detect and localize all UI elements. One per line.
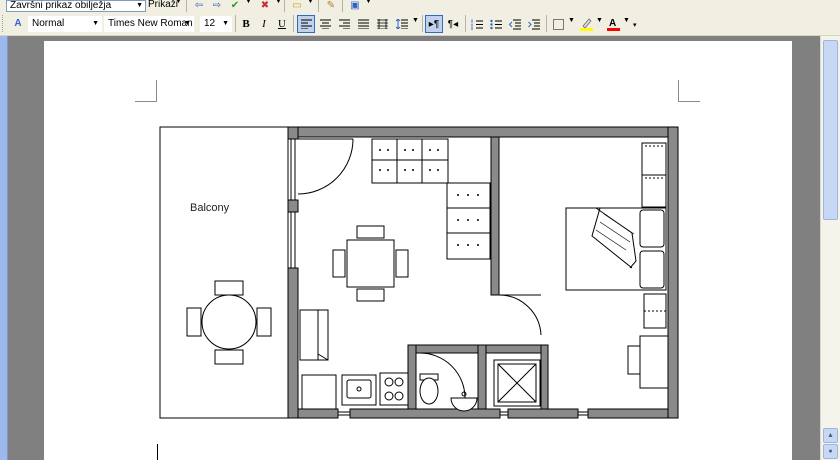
align-left-button[interactable] (297, 15, 315, 33)
chevron-down-icon: ▼ (275, 0, 282, 5)
line-spacing-icon (396, 19, 408, 29)
toolbar-separator (422, 15, 423, 32)
chevron-down-icon: ▼ (245, 0, 252, 5)
styles-pane-icon[interactable]: A (9, 14, 27, 32)
align-center-button[interactable] (316, 15, 334, 33)
review-display-combo[interactable]: Završni prikaz obilježja ▼ (6, 0, 146, 12)
numbering-button[interactable] (468, 15, 486, 33)
formatting-toolbar: A Normal ▼ Times New Roman ▼ 12 ▼ B I U … (0, 12, 840, 36)
style-combo[interactable]: Normal ▼ (28, 16, 102, 32)
previous-page-button[interactable]: ▲ (823, 428, 838, 443)
chevron-down-icon: ▼ (596, 17, 603, 24)
chevron-down-icon: ▼ (307, 0, 314, 5)
toolbar-separator (546, 15, 547, 32)
margin-crop-mark (678, 80, 679, 101)
borders-button[interactable] (549, 15, 567, 33)
numbered-list-icon (471, 19, 483, 30)
balcony-label: Balcony (190, 202, 230, 214)
line-spacing-button[interactable] (393, 15, 411, 33)
toolbar-separator (293, 15, 294, 32)
style-value: Normal (32, 18, 65, 29)
justify-icon (357, 19, 369, 29)
toolbar-separator (186, 0, 187, 12)
align-right-icon (338, 19, 350, 29)
font-combo[interactable]: Times New Roman ▼ (104, 16, 194, 32)
bullet-list-icon (490, 19, 502, 29)
toolbar-separator (235, 15, 236, 32)
vertical-scrollbar[interactable]: ▲ ● (820, 36, 840, 460)
italic-button[interactable]: I (255, 15, 273, 33)
toolbar-grip[interactable] (2, 15, 6, 32)
svg-text:A: A (609, 18, 616, 29)
floor-plan-image[interactable] (159, 126, 679, 420)
underline-button[interactable]: U (273, 15, 291, 33)
chevron-down-icon: ▼ (184, 20, 191, 27)
chevron-down-icon: ▼ (92, 20, 99, 27)
highlighter-icon (579, 18, 593, 31)
show-menu-button[interactable]: Prikaži (148, 0, 178, 10)
chevron-down-icon: ▼ (412, 17, 419, 24)
font-value: Times New Roman (108, 18, 193, 29)
chevron-down-icon: ▼ (623, 17, 630, 24)
font-size-value: 12 (204, 18, 216, 29)
toolbar-options-icon[interactable]: ▾ (633, 21, 637, 29)
chevron-down-icon: ▼ (568, 17, 575, 24)
align-left-icon (300, 19, 312, 29)
rtl-text-button[interactable]: ¶◂ (444, 15, 462, 33)
chevron-down-icon: ▼ (222, 20, 229, 27)
toolbar-separator (318, 0, 319, 12)
bullets-button[interactable] (487, 15, 505, 33)
chevron-down-icon: ▼ (365, 0, 372, 5)
increase-indent-icon (528, 19, 540, 29)
margin-crop-mark (678, 101, 700, 102)
margin-crop-mark (135, 101, 157, 102)
text-cursor (157, 444, 158, 460)
chevron-down-icon: ▼ (136, 2, 143, 9)
distributed-icon (376, 19, 388, 29)
bold-button[interactable]: B (237, 15, 255, 33)
margin-crop-mark (156, 80, 157, 101)
border-icon (552, 18, 564, 30)
review-display-value: Završni prikaz obilježja (10, 0, 112, 11)
ltr-text-button[interactable]: ▸¶ (425, 15, 443, 33)
font-size-combo[interactable]: 12 ▼ (200, 16, 232, 32)
font-color-icon: A (606, 18, 620, 31)
balcony-area (159, 126, 289, 419)
decrease-indent-button[interactable] (506, 15, 524, 33)
toolbar-separator (342, 0, 343, 12)
select-browse-object-button[interactable]: ● (823, 444, 838, 459)
decrease-indent-icon (509, 19, 521, 29)
highlight-button[interactable] (577, 15, 595, 33)
align-center-icon (319, 19, 331, 29)
align-right-button[interactable] (335, 15, 353, 33)
font-color-button[interactable]: A (604, 15, 622, 33)
distributed-button[interactable] (373, 15, 391, 33)
scrollbar-thumb[interactable] (823, 40, 838, 220)
justify-button[interactable] (354, 15, 372, 33)
toolbar-separator (284, 0, 285, 12)
chevron-down-icon: ▼ (175, 0, 182, 5)
left-edge-panel (0, 36, 8, 460)
increase-indent-button[interactable] (525, 15, 543, 33)
toolbar-separator (465, 15, 466, 32)
